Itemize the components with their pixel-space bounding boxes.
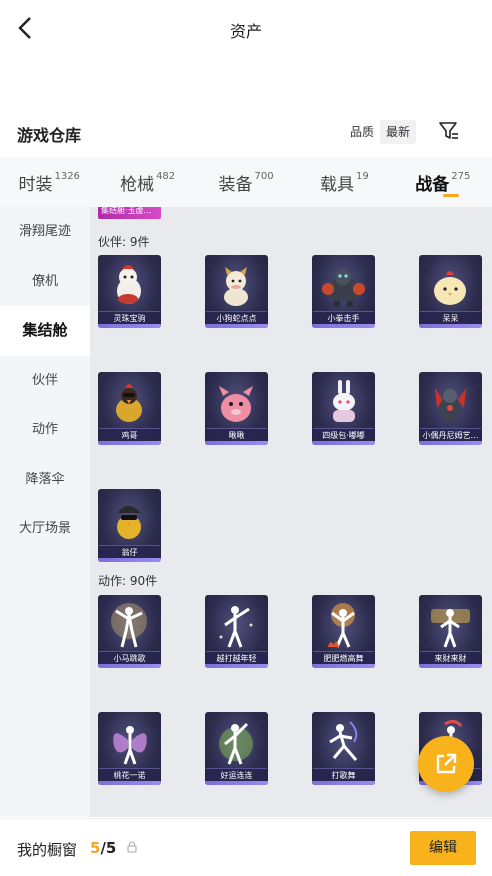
sidebar-item-lobby-scene[interactable]: 大厅场景 (0, 504, 90, 554)
tab-fashion[interactable]: 时装 1326 (0, 157, 98, 207)
item-name: 小狗蛇点点 (206, 311, 267, 324)
sidebar-item-wingman[interactable]: 僚机 (0, 257, 90, 307)
companion-group-label: 伙伴: 9件 (98, 235, 150, 249)
item-card[interactable]: 小偶丹尼姆艺… (419, 372, 482, 445)
item-grid: 集结舱·玉虚… 伙伴: 9件 灵珠宝驹 小狗蛇点点 小拳击手 呆呆 鸡哥 啾啾 … (90, 207, 492, 817)
item-name: 来财来财 (420, 651, 481, 664)
item-card[interactable]: 呆呆 (419, 255, 482, 328)
showcase-total: /5 (100, 839, 117, 857)
dancer-sparkle-icon (111, 603, 147, 648)
item-card[interactable]: 打歌舞 (312, 712, 375, 785)
section-title: 游戏仓库 (17, 126, 82, 145)
snake-dog-icon (224, 267, 248, 306)
item-card[interactable]: 灵珠宝驹 (98, 255, 161, 328)
tab-vehicles[interactable]: 载具 19 (295, 157, 393, 207)
showcase-label: 我的橱窗 (17, 841, 78, 859)
top-bar: 资产 (0, 0, 492, 58)
pink-creature-icon (219, 386, 253, 422)
filter-button[interactable] (437, 119, 461, 143)
tab-count: 700 (254, 170, 274, 182)
page-title: 资产 (229, 22, 262, 41)
item-name: 翁仔 (99, 545, 160, 558)
item-name: 小拳击手 (313, 311, 374, 324)
item-card[interactable]: 好运连连 (205, 712, 268, 785)
tab-label: 装备 (218, 174, 253, 195)
item-name: 好运连连 (206, 768, 267, 781)
item-card[interactable]: 桃花一诺 (98, 712, 161, 785)
song-dancer-icon (329, 721, 358, 761)
tab-count: 1326 (54, 170, 80, 182)
edit-button[interactable]: 编辑 (410, 831, 476, 865)
item-name: 啾啾 (206, 428, 267, 441)
category-tabs: 时装 1326 枪械 482 装备 700 载具 19 战备 275 (0, 157, 492, 207)
tab-label: 战备 (415, 174, 450, 195)
sidebar-item-parachute[interactable]: 降落伞 (0, 455, 90, 505)
external-link-icon (436, 753, 457, 774)
rooster-icon (116, 384, 142, 422)
tab-count: 19 (356, 170, 369, 182)
tab-equipment[interactable]: 装备 700 (197, 157, 295, 207)
sidebar-item-companion[interactable]: 伙伴 (0, 356, 90, 406)
tab-guns[interactable]: 枪械 482 (98, 157, 196, 207)
item-name: 鸡哥 (99, 428, 160, 441)
tab-label: 枪械 (120, 174, 155, 195)
item-card[interactable]: 翁仔 (98, 489, 161, 562)
dancer-icon (219, 606, 253, 648)
bunny-robot-icon (333, 380, 355, 422)
item-name: 越打越年轻 (206, 651, 267, 664)
tab-combat-gear[interactable]: 战备 275 (394, 157, 492, 207)
tab-label: 载具 (320, 174, 355, 195)
emote-group-label: 动作: 90件 (98, 574, 158, 588)
item-name: 桃花一诺 (99, 768, 160, 781)
tab-count: 275 (451, 170, 471, 182)
armored-figure-icon (435, 388, 466, 421)
sort-quality-button[interactable]: 品质 (344, 120, 381, 144)
warehouse-header: 游戏仓库 品质 最新 (0, 112, 492, 152)
fortune-dancer-icon (431, 609, 470, 648)
item-card[interactable]: 越打越年轻 (205, 595, 268, 668)
item-name: 四级包·嘟嘟 (313, 428, 374, 441)
tab-label: 时装 (18, 174, 53, 195)
showcase-current: 5 (90, 839, 101, 857)
sort-toggle: 品质 最新 (344, 120, 417, 144)
item-name: 灵珠宝驹 (99, 311, 160, 324)
share-fab-button[interactable] (418, 736, 474, 792)
item-name: 打歌舞 (313, 768, 374, 781)
horse-plush-icon (117, 265, 141, 304)
item-card-partial[interactable]: 集结舱·玉虚… (98, 207, 161, 219)
item-card[interactable]: 小拳击手 (312, 255, 375, 328)
filter-icon (439, 122, 458, 139)
sidebar-item-emote[interactable]: 动作 (0, 405, 90, 455)
item-name: 小马跳歌 (99, 651, 160, 664)
item-card[interactable]: 啾啾 (205, 372, 268, 445)
boxer-robot-icon (322, 269, 365, 307)
item-card[interactable]: 小狗蛇点点 (205, 255, 268, 328)
item-card[interactable]: 四级包·嘟嘟 (312, 372, 375, 445)
item-card[interactable]: 小马跳歌 (98, 595, 161, 668)
chick-icon (434, 271, 466, 305)
item-name: 肥肥燃高舞 (313, 651, 374, 664)
helmet-chick-icon (117, 506, 141, 539)
item-name: 小偶丹尼姆艺… (420, 428, 481, 441)
showcase-bar: 我的橱窗 5/5 编辑 (0, 818, 492, 876)
sidebar-item-glide-trail[interactable]: 滑翔尾迹 (0, 207, 90, 257)
subcategory-sidebar: 滑翔尾迹 僚机 集结舱 伙伴 动作 降落伞 大厅场景 (0, 207, 90, 817)
item-card[interactable]: 鸡哥 (98, 372, 161, 445)
sort-latest-button[interactable]: 最新 (380, 120, 417, 144)
butterfly-dancer-icon (113, 726, 147, 765)
item-card[interactable]: 肥肥燃高舞 (312, 595, 375, 668)
showcase-count: 5/5 (90, 839, 116, 857)
lock-icon (127, 841, 137, 853)
item-name: 呆呆 (420, 311, 481, 324)
fire-dancer-icon (328, 603, 355, 648)
tab-count: 482 (156, 170, 176, 182)
sidebar-item-assembly-pod[interactable]: 集结舱 (0, 306, 90, 356)
item-card[interactable]: 来财来财 (419, 595, 482, 668)
lucky-dancer-icon (219, 722, 253, 765)
